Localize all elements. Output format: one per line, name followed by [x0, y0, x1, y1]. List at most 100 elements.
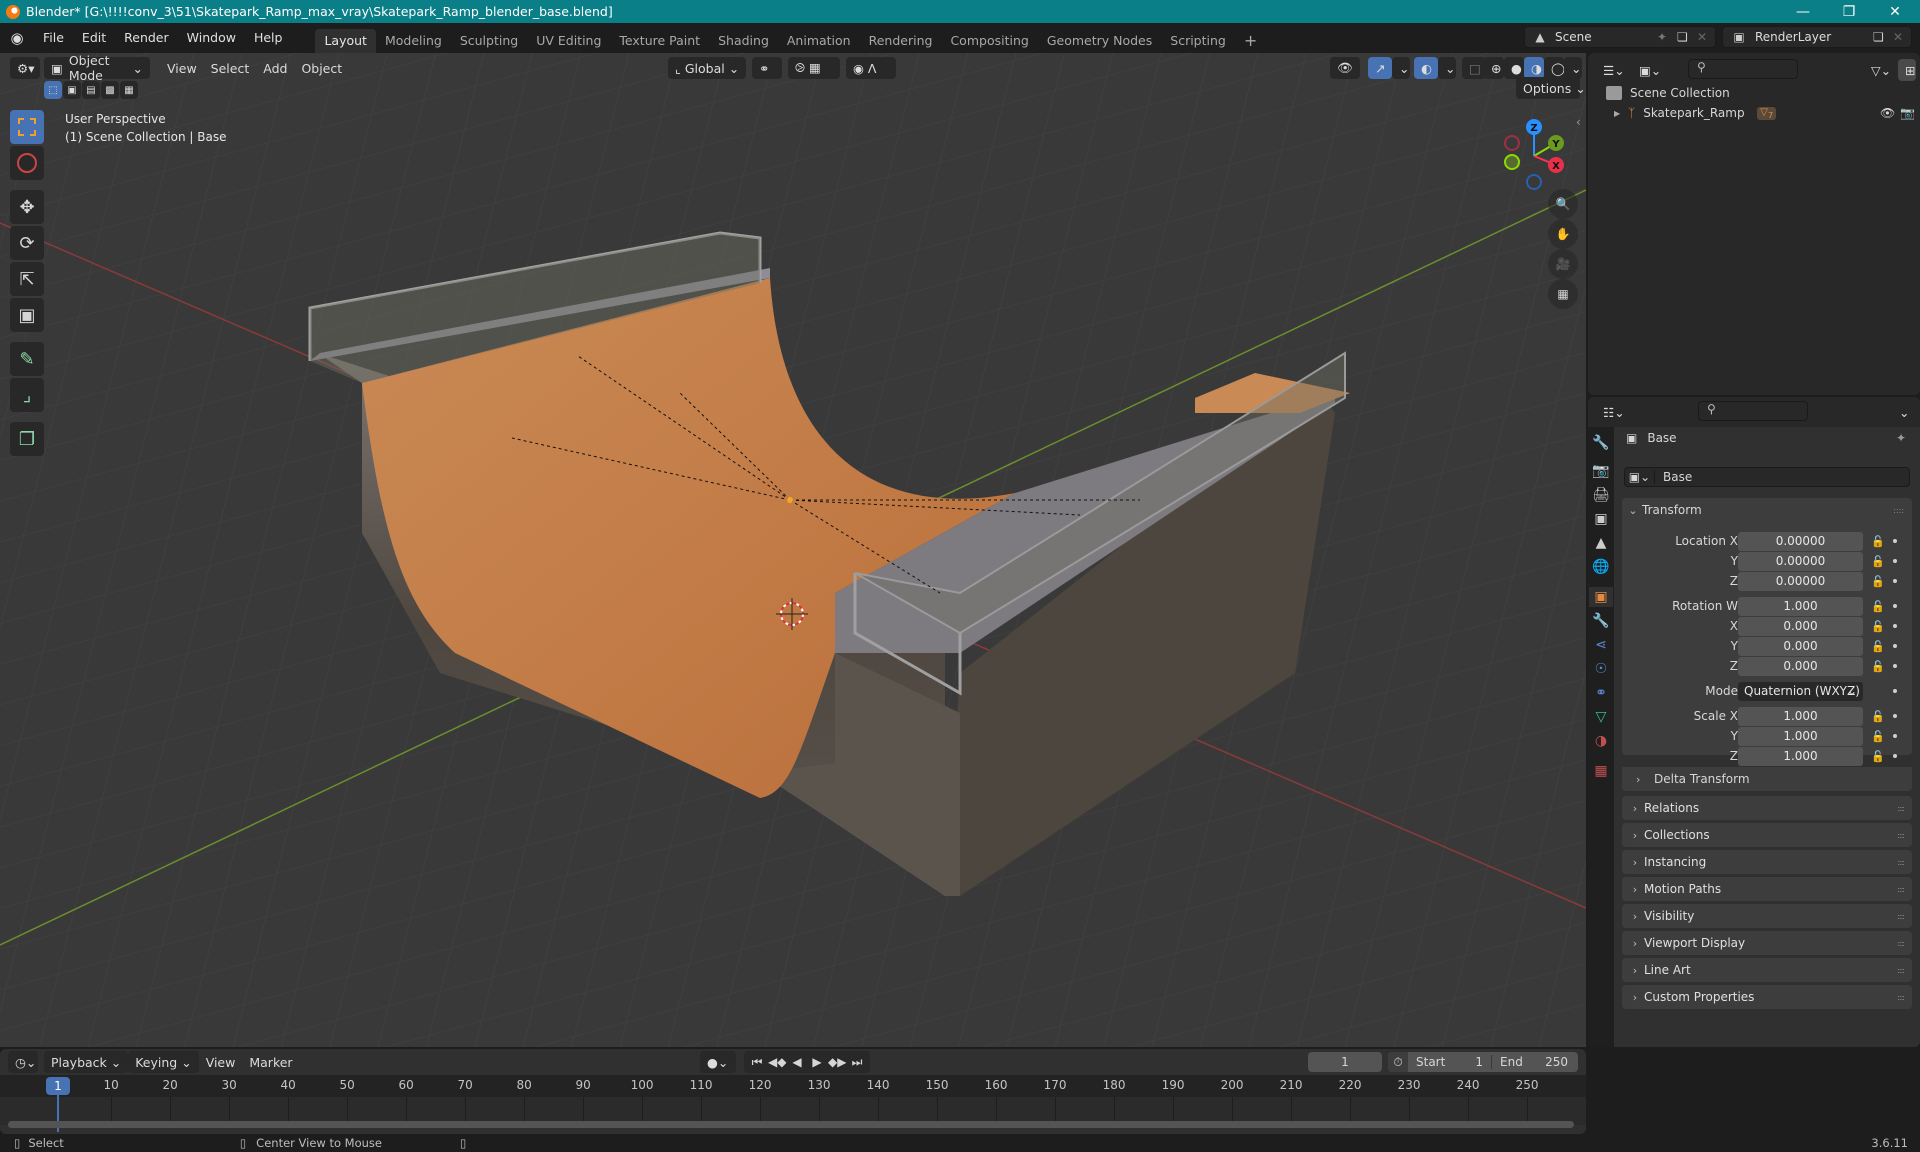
zoom-icon[interactable]: 🔍 — [1548, 189, 1578, 219]
move-tool[interactable]: ✥ — [10, 190, 44, 224]
tab-scripting[interactable]: Scripting — [1161, 29, 1235, 53]
drag-grip-icon[interactable]: :::: — [1893, 506, 1904, 515]
panel-instancing[interactable]: › Instancing:::: — [1622, 850, 1912, 874]
panel-relations[interactable]: › Relations:::: — [1622, 796, 1912, 820]
transform-tool[interactable]: ▣ — [10, 298, 44, 332]
children-mesh-icon[interactable]: ▽7 — [1757, 106, 1777, 120]
tab-sculpting[interactable]: Sculpting — [451, 29, 527, 53]
pin-icon[interactable]: ✦ — [1896, 431, 1906, 445]
viewport-scene[interactable] — [0, 53, 1586, 1047]
outliner-filter-icon[interactable]: ▽⌄ — [1864, 59, 1894, 81]
tab-rendering[interactable]: Rendering — [860, 29, 942, 53]
view-layer-name[interactable]: RenderLayer — [1755, 30, 1873, 44]
jump-to-end-icon[interactable]: ⏭ — [848, 1055, 866, 1070]
start-frame-field[interactable]: Start 1 — [1408, 1055, 1492, 1069]
menu-file[interactable]: File — [34, 23, 73, 53]
render-tab-icon[interactable]: 📷 — [1591, 461, 1611, 481]
rotation-y-field[interactable]: 0.000 — [1738, 636, 1863, 656]
rotate-tool[interactable]: ⟳ — [10, 226, 44, 260]
object-name-field[interactable]: ▣⌄ Base — [1624, 467, 1910, 487]
select-subtract-icon[interactable]: ▤ — [82, 81, 100, 99]
properties-editor-type-icon[interactable]: ☷⌄ — [1596, 401, 1626, 423]
lock-icon[interactable]: 🔓 — [1871, 575, 1885, 588]
menu-help[interactable]: Help — [245, 23, 292, 53]
end-frame-field[interactable]: End 250 — [1492, 1055, 1576, 1069]
drag-grip-icon[interactable]: :::: — [1897, 939, 1905, 948]
outliner-row-scene-collection[interactable]: Scene Collection — [1606, 83, 1916, 103]
tab-layout[interactable]: Layout — [315, 29, 376, 53]
orientation-dropdown[interactable]: ⌞ Global ⌄ — [668, 57, 746, 79]
options-dropdown[interactable]: Options ⌄ — [1516, 77, 1586, 99]
scale-z-field[interactable]: 1.000 — [1738, 746, 1863, 766]
visibility-icon[interactable]: 👁 — [1330, 57, 1360, 79]
perspective-grid-icon[interactable]: ▦ — [1548, 279, 1578, 309]
location-x-field[interactable]: 0.00000 — [1738, 531, 1863, 551]
gizmo-neg-z-icon[interactable] — [1526, 174, 1542, 190]
menu-render[interactable]: Render — [115, 23, 178, 53]
location-y-field[interactable]: 0.00000 — [1738, 551, 1863, 571]
new-view-layer-icon[interactable]: ❏ — [1873, 30, 1893, 44]
keyframe-dot-icon[interactable] — [1893, 624, 1897, 628]
mode-dropdown[interactable]: ▣ Object Mode ⌄ — [44, 53, 150, 83]
menu-add[interactable]: Add — [256, 57, 294, 79]
rotation-z-field[interactable]: 0.000 — [1738, 656, 1863, 676]
visibility-eye-icon[interactable]: 👁 — [1880, 106, 1895, 120]
menu-view[interactable]: View — [160, 57, 204, 79]
tab-uv-editing[interactable]: UV Editing — [527, 29, 610, 53]
minimize-button[interactable]: — — [1780, 0, 1826, 23]
rotation-x-field[interactable]: 0.000 — [1738, 616, 1863, 636]
lock-icon[interactable]: 🔓 — [1871, 710, 1885, 723]
close-button[interactable]: ✕ — [1872, 0, 1918, 23]
overlays-toggle-icon[interactable]: ◐ — [1414, 57, 1438, 79]
solid-shading-icon[interactable]: ● — [1504, 57, 1524, 79]
drag-grip-icon[interactable]: :::: — [1897, 804, 1905, 813]
keyframe-dot-icon[interactable] — [1893, 559, 1897, 563]
add-workspace-button[interactable]: + — [1235, 29, 1266, 53]
location-z-field[interactable]: 0.00000 — [1738, 571, 1863, 591]
use-preview-range-icon[interactable]: ⏱ — [1388, 1052, 1408, 1072]
select-intersect-icon[interactable]: ▦ — [120, 81, 138, 99]
pivot-point-icon[interactable]: ⚭ — [752, 57, 782, 79]
scale-y-field[interactable]: 1.000 — [1738, 726, 1863, 746]
keyframe-dot-icon[interactable] — [1893, 539, 1897, 543]
marker-menu[interactable]: Marker — [242, 1051, 299, 1073]
transform-panel-header[interactable]: ⌄ Transform :::: — [1624, 500, 1908, 520]
timeline-editor-type-icon[interactable]: ◷⌄ — [8, 1051, 38, 1073]
expand-arrow-icon[interactable]: ▶ — [1614, 109, 1628, 118]
outliner-filter-layer-icon[interactable]: ▣⌄ — [1632, 59, 1662, 81]
rotation-mode-dropdown[interactable]: Quaternion (WXYZ) ⌄ — [1738, 681, 1863, 701]
jump-to-next-keyframe-icon[interactable]: ◆▶ — [828, 1055, 846, 1069]
timeline-view-menu[interactable]: View — [199, 1051, 243, 1073]
xray-toggle-icon[interactable]: □ — [1462, 57, 1486, 79]
pan-hand-icon[interactable]: ✋ — [1548, 219, 1578, 249]
object-browse-icon[interactable]: ▣⌄ — [1625, 470, 1655, 484]
keyframe-dot-icon[interactable] — [1893, 734, 1897, 738]
rendered-shading-icon[interactable]: ◯ — [1544, 57, 1565, 79]
keyframe-dot-icon[interactable] — [1893, 689, 1897, 693]
remove-scene-icon[interactable]: ✕ — [1697, 30, 1715, 44]
select-new-icon[interactable]: ⬚ — [44, 81, 62, 99]
annotate-tool[interactable]: ✎ — [10, 342, 44, 376]
tab-compositing[interactable]: Compositing — [941, 29, 1037, 53]
editor-type-icon[interactable]: ⚙▾ — [10, 57, 40, 79]
drag-grip-icon[interactable]: :::: — [1897, 858, 1905, 867]
object-name-value[interactable]: Base — [1655, 470, 1692, 484]
properties-search-input[interactable]: ⚲ — [1698, 401, 1808, 421]
maximize-button[interactable]: ❐ — [1826, 0, 1872, 23]
scene-selector[interactable]: ▲ Scene ✦ ❏ ✕ — [1524, 26, 1716, 48]
properties-options-dropdown[interactable]: ⌄ — [1892, 401, 1912, 423]
lock-icon[interactable]: 🔓 — [1871, 535, 1885, 548]
pin-icon[interactable]: ✦ — [1657, 30, 1677, 44]
proportional-edit-icon[interactable]: ◉ Λ — [846, 57, 896, 79]
keyframe-dot-icon[interactable] — [1893, 644, 1897, 648]
gizmo-toggle-icon[interactable]: ↗ — [1368, 57, 1392, 79]
keyframe-dot-icon[interactable] — [1893, 754, 1897, 758]
lock-icon[interactable]: 🔓 — [1871, 640, 1885, 653]
timeline-scrollbar[interactable] — [8, 1121, 1574, 1128]
wireframe-shading-icon[interactable]: ⊕ — [1484, 57, 1504, 79]
blender-menu-icon[interactable]: ◉ — [0, 29, 34, 47]
gizmo-neg-x-icon[interactable] — [1504, 135, 1520, 151]
scale-x-field[interactable]: 1.000 — [1738, 706, 1863, 726]
keyframe-dot-icon[interactable] — [1893, 664, 1897, 668]
new-collection-icon[interactable]: ⊞ — [1898, 59, 1916, 81]
